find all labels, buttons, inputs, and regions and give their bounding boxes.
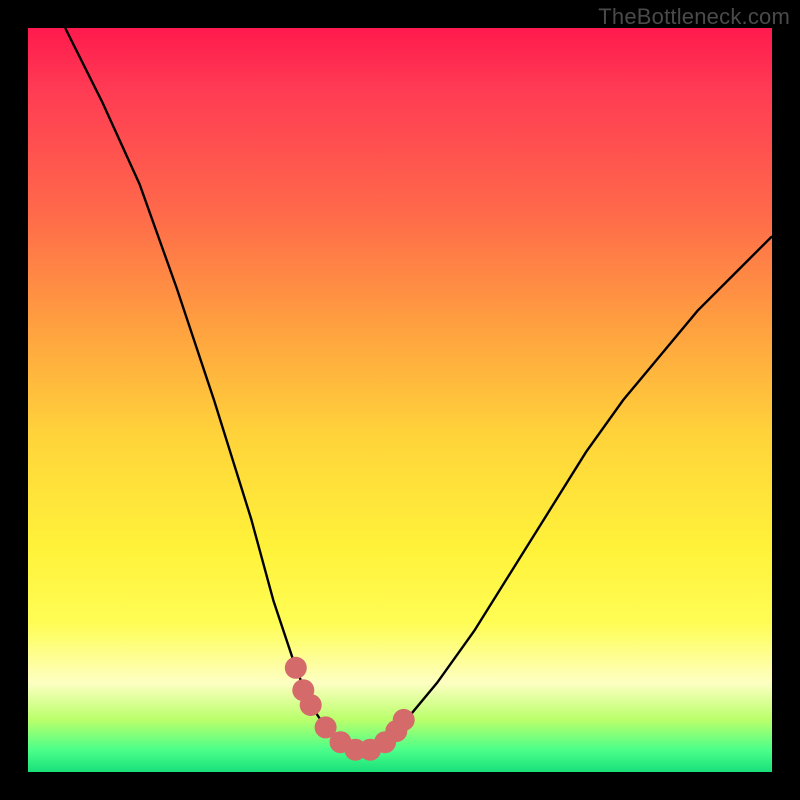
watermark-text: TheBottleneck.com [598, 4, 790, 30]
highlight-marker [300, 694, 322, 716]
plot-area [28, 28, 772, 772]
highlight-marker [393, 709, 415, 731]
highlighted-points-group [285, 657, 415, 761]
bottleneck-curve [65, 28, 772, 750]
highlight-marker [285, 657, 307, 679]
bottleneck-curve-svg [28, 28, 772, 772]
chart-frame: TheBottleneck.com [0, 0, 800, 800]
